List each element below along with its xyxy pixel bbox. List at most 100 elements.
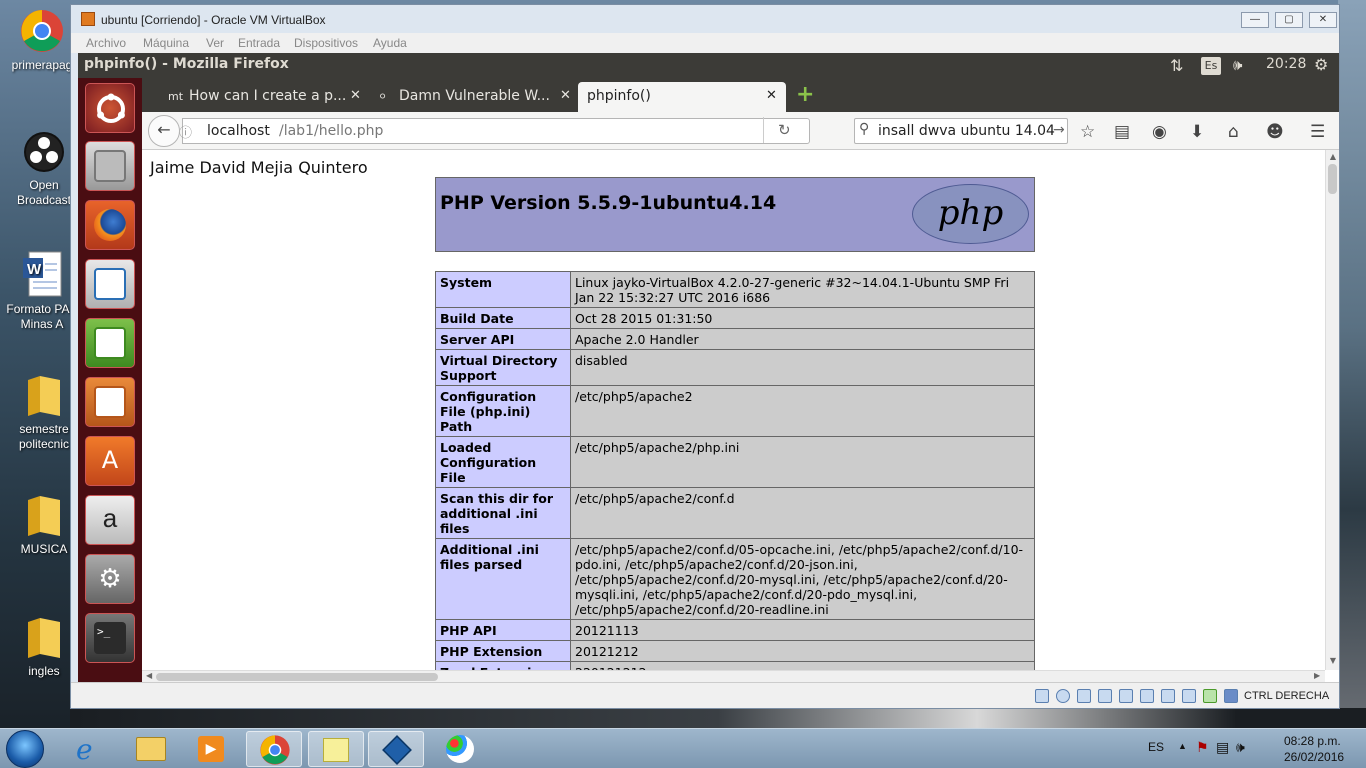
phpinfo-value: disabled xyxy=(570,349,1035,386)
video-capture-icon[interactable] xyxy=(1161,689,1175,703)
language-indicator[interactable]: ES xyxy=(1148,740,1164,754)
optical-drive-icon[interactable] xyxy=(1056,689,1070,703)
php-logo-text: php xyxy=(937,193,1004,233)
ubuntu-clock[interactable]: 20:28 xyxy=(1266,56,1306,72)
scroll-down-icon[interactable]: ▼ xyxy=(1328,656,1338,666)
chrome-icon xyxy=(21,10,63,52)
keyboard-capture-icon[interactable] xyxy=(1224,689,1238,703)
network-adapter-icon[interactable] xyxy=(1140,689,1154,703)
site-info-icon[interactable]: ⓘ xyxy=(179,122,192,141)
launcher-terminal[interactable]: >_ xyxy=(85,613,135,663)
hamburger-menu-icon[interactable]: ☰ xyxy=(1310,122,1325,142)
phpinfo-key: Virtual Directory Support xyxy=(435,349,571,386)
taskbar-time[interactable]: 08:28 p.m. xyxy=(1284,734,1341,748)
navigation-toolbar: ⓘ localhost/lab1/hello.php ↻ ← ⚲ insall … xyxy=(142,112,1339,150)
launcher-writer[interactable] xyxy=(85,259,135,309)
action-center-icon[interactable]: ⚑ xyxy=(1196,739,1209,756)
mouse-integration-icon[interactable] xyxy=(1203,689,1217,703)
dash-button[interactable] xyxy=(85,83,135,133)
keyboard-layout-indicator[interactable]: Es xyxy=(1201,57,1221,75)
folder-icon xyxy=(28,618,60,658)
menu-archivo[interactable]: Archivo xyxy=(86,36,126,50)
maximize-button[interactable]: ▢ xyxy=(1275,12,1303,28)
launcher-amazon[interactable]: a xyxy=(85,495,135,545)
close-tab-icon[interactable]: ✕ xyxy=(766,88,777,103)
vertical-scrollbar[interactable]: ▲ ▼ xyxy=(1325,150,1339,670)
guest-display[interactable]: phpinfo() - Mozilla Firefox ⇅ Es 🕪 20:28… xyxy=(78,53,1339,682)
menu-ayuda[interactable]: Ayuda xyxy=(373,36,407,50)
launcher-impress[interactable] xyxy=(85,377,135,427)
menu-entrada[interactable]: Entrada xyxy=(238,36,280,50)
taskbar-sticky-notes[interactable] xyxy=(308,731,364,767)
reload-icon[interactable]: ↻ xyxy=(778,121,791,139)
launcher-firefox[interactable] xyxy=(85,200,135,250)
taskbar-ie[interactable]: e xyxy=(62,731,118,767)
network-icon[interactable]: ⇅ xyxy=(1170,56,1183,75)
menu-dispositivos[interactable]: Dispositivos xyxy=(294,36,358,50)
hello-chat-icon[interactable]: ☻ xyxy=(1266,122,1284,142)
taskbar-date[interactable]: 26/02/2016 xyxy=(1284,750,1344,764)
url-bar[interactable]: ⓘ localhost/lab1/hello.php ↻ xyxy=(179,117,810,144)
tab-label: Damn Vulnerable W... xyxy=(399,88,550,104)
taskbar-virtualbox[interactable] xyxy=(368,731,424,767)
desktop-icon-formato[interactable]: W Formato PAE Minas A xyxy=(6,250,78,332)
network-tray-icon[interactable]: ▤ xyxy=(1216,739,1229,756)
back-button[interactable]: ← xyxy=(148,115,180,147)
close-tab-icon[interactable]: ✕ xyxy=(350,88,361,103)
launcher-settings[interactable]: ⚙ xyxy=(85,554,135,604)
taskbar-explorer[interactable] xyxy=(122,731,178,767)
pocket-icon[interactable]: ◉ xyxy=(1152,122,1167,142)
scroll-up-icon[interactable]: ▲ xyxy=(1328,152,1338,162)
gear-icon[interactable]: ⚙ xyxy=(1314,55,1328,74)
tab-phpinfo[interactable]: phpinfo() ✕ xyxy=(578,82,786,112)
launcher-software-center[interactable]: A xyxy=(85,436,135,486)
volume-icon[interactable]: 🕪 xyxy=(1233,56,1242,74)
close-tab-icon[interactable]: ✕ xyxy=(560,88,571,103)
menu-maquina[interactable]: Máquina xyxy=(143,36,189,50)
cpu-icon[interactable] xyxy=(1182,689,1196,703)
close-button[interactable]: ✕ xyxy=(1309,12,1337,28)
horizontal-scroll-thumb[interactable] xyxy=(156,673,438,681)
tab-label: phpinfo() xyxy=(587,88,651,104)
hard-disk-icon[interactable] xyxy=(1035,689,1049,703)
usb-icon[interactable] xyxy=(1077,689,1091,703)
new-tab-icon[interactable]: + xyxy=(796,82,814,107)
tab-how-can-i-create[interactable]: mt How can I create a p... ✕ xyxy=(162,82,368,112)
media-player-icon: ▶ xyxy=(198,736,224,762)
minimize-button[interactable]: — xyxy=(1241,12,1269,28)
horizontal-scrollbar[interactable]: ◀ ▶ xyxy=(142,670,1325,682)
launcher-files[interactable] xyxy=(85,141,135,191)
search-go-icon[interactable]: → xyxy=(1053,122,1065,138)
bookmark-star-icon[interactable]: ☆ xyxy=(1080,122,1095,142)
start-button[interactable] xyxy=(6,730,44,768)
scroll-left-icon[interactable]: ◀ xyxy=(146,671,152,680)
reading-list-icon[interactable]: ▤ xyxy=(1114,122,1130,142)
phpinfo-row: Additional .ini files parsed/etc/php5/ap… xyxy=(435,538,1035,620)
page-content: Jaime David Mejia Quintero PHP Version 5… xyxy=(142,150,1325,670)
desktop-icon-primerapag[interactable]: primerapag xyxy=(6,8,78,73)
desktop-icon-label: Formato PAE Minas A xyxy=(6,302,78,331)
taskbar-media[interactable]: ▶ xyxy=(182,731,238,767)
virtualbox-window: ubuntu [Corriendo] - Oracle VM VirtualBo… xyxy=(70,4,1340,709)
show-hidden-icons-icon[interactable]: ▲ xyxy=(1178,741,1187,751)
taskbar-chrome[interactable] xyxy=(246,731,302,767)
tab-strip: mt How can I create a p... ✕ ⚪ Damn Vuln… xyxy=(142,78,1339,112)
virtualbox-titlebar[interactable]: ubuntu [Corriendo] - Oracle VM VirtualBo… xyxy=(71,5,1339,33)
scroll-right-icon[interactable]: ▶ xyxy=(1314,671,1320,680)
search-value: insall dwva ubuntu 14.04 xyxy=(878,123,1055,139)
paint-palette-icon xyxy=(446,735,474,763)
menu-ver[interactable]: Ver xyxy=(206,36,224,50)
taskbar-paint[interactable] xyxy=(432,731,488,767)
launcher-calc[interactable] xyxy=(85,318,135,368)
phpinfo-key: Additional .ini files parsed xyxy=(435,538,571,620)
tab-dvwa[interactable]: ⚪ Damn Vulnerable W... ✕ xyxy=(372,82,578,112)
download-icon[interactable]: ⬇ xyxy=(1190,122,1204,142)
display-icon[interactable] xyxy=(1119,689,1133,703)
home-icon[interactable]: ⌂ xyxy=(1228,122,1239,142)
search-bar[interactable]: ⚲ insall dwva ubuntu 14.04 → xyxy=(854,118,1068,144)
file-cabinet-icon xyxy=(94,150,126,182)
vertical-scroll-thumb[interactable] xyxy=(1328,164,1337,194)
folder-icon xyxy=(28,496,60,536)
volume-tray-icon[interactable]: 🕪 xyxy=(1236,739,1245,756)
shared-folders-icon[interactable] xyxy=(1098,689,1112,703)
